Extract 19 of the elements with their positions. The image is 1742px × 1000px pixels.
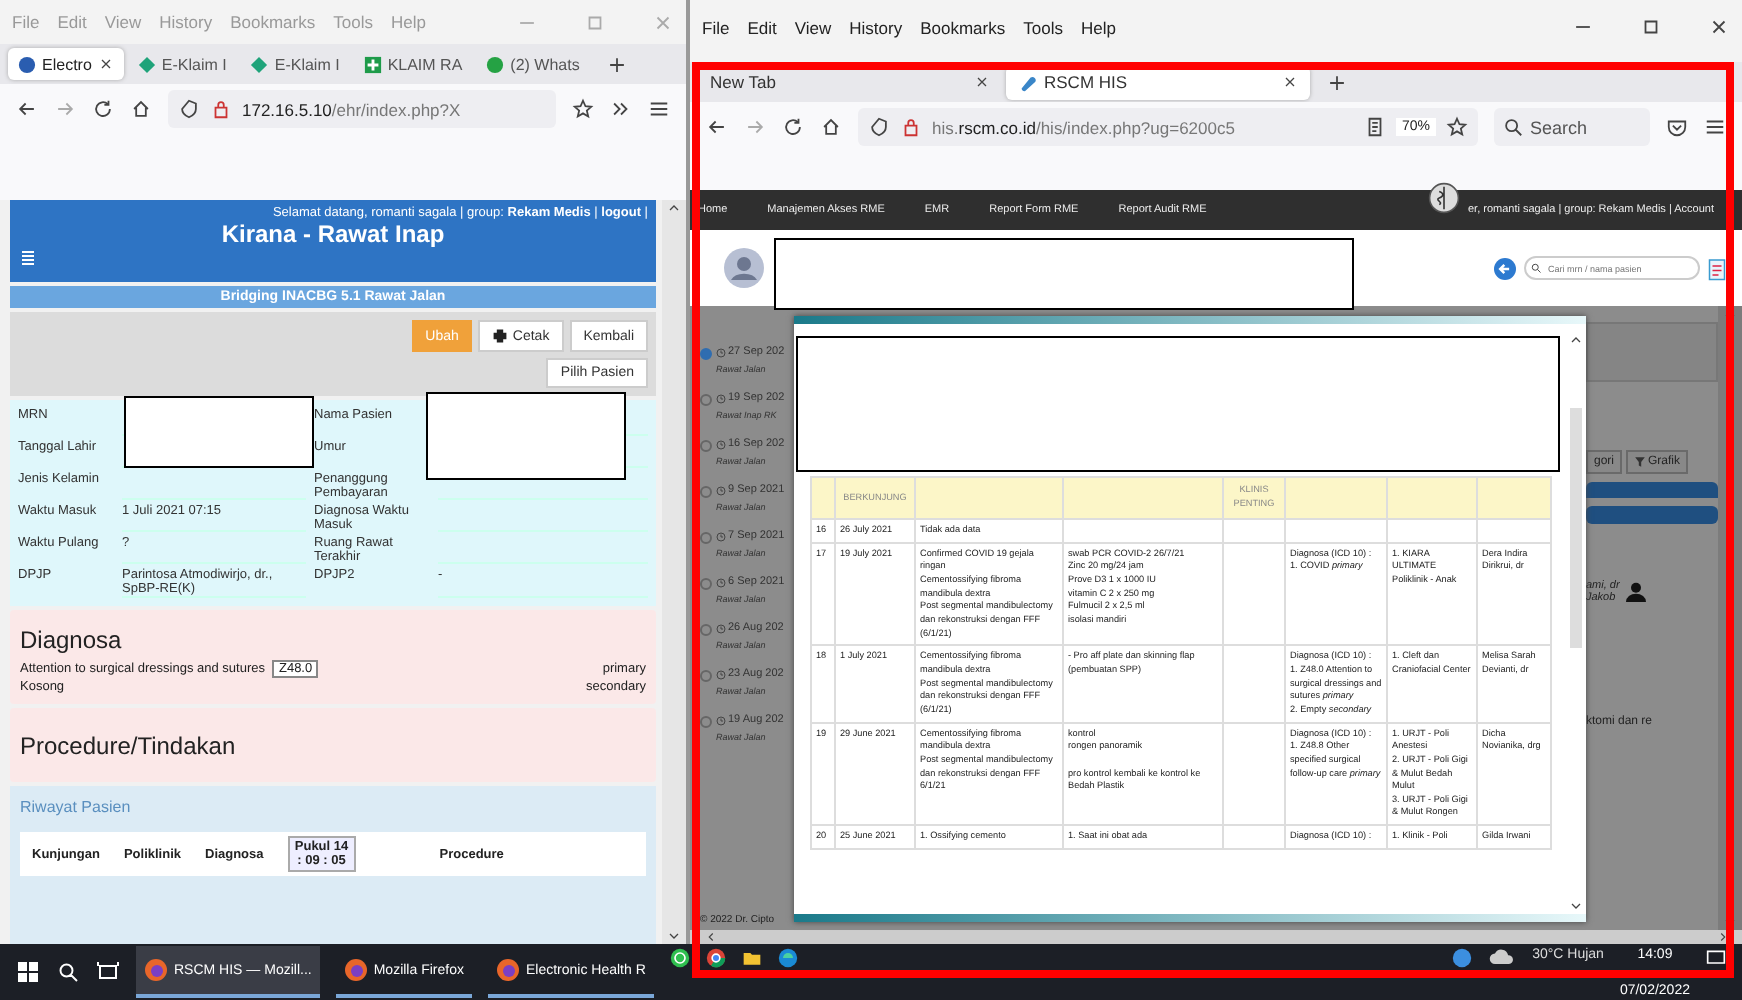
browser-tab[interactable]: E-Klaim I <box>240 48 350 80</box>
section-heading: Diagnosa <box>20 626 124 654</box>
section-heading: Riwayat Pasien <box>20 798 133 816</box>
menu-item[interactable]: Tools <box>1023 17 1063 37</box>
menu-item[interactable]: View <box>794 17 832 37</box>
search-field[interactable]: Search <box>1494 108 1650 146</box>
browser-tab[interactable]: New Tab <box>698 65 1002 99</box>
menu-item[interactable]: History <box>849 17 903 37</box>
browser-tab[interactable]: Electro <box>8 48 124 80</box>
section-heading: Procedure/Tindakan <box>20 732 238 760</box>
browser-tab[interactable]: E-Klaim I <box>127 48 237 80</box>
page-title: Kirana - Rawat Inap <box>221 220 445 248</box>
menu-item[interactable]: Bookmarks <box>920 17 1006 37</box>
browser-tab[interactable]: (2) Whats <box>476 48 590 80</box>
address-bar[interactable]: 172.16.5.10/ehr/index.php?X <box>168 90 556 128</box>
browser-tab[interactable]: KLAIM RA <box>353 48 473 80</box>
menu-item[interactable]: Edit <box>747 17 777 37</box>
menu-item[interactable]: File <box>702 17 730 37</box>
menu-item[interactable]: Help <box>1080 17 1116 37</box>
